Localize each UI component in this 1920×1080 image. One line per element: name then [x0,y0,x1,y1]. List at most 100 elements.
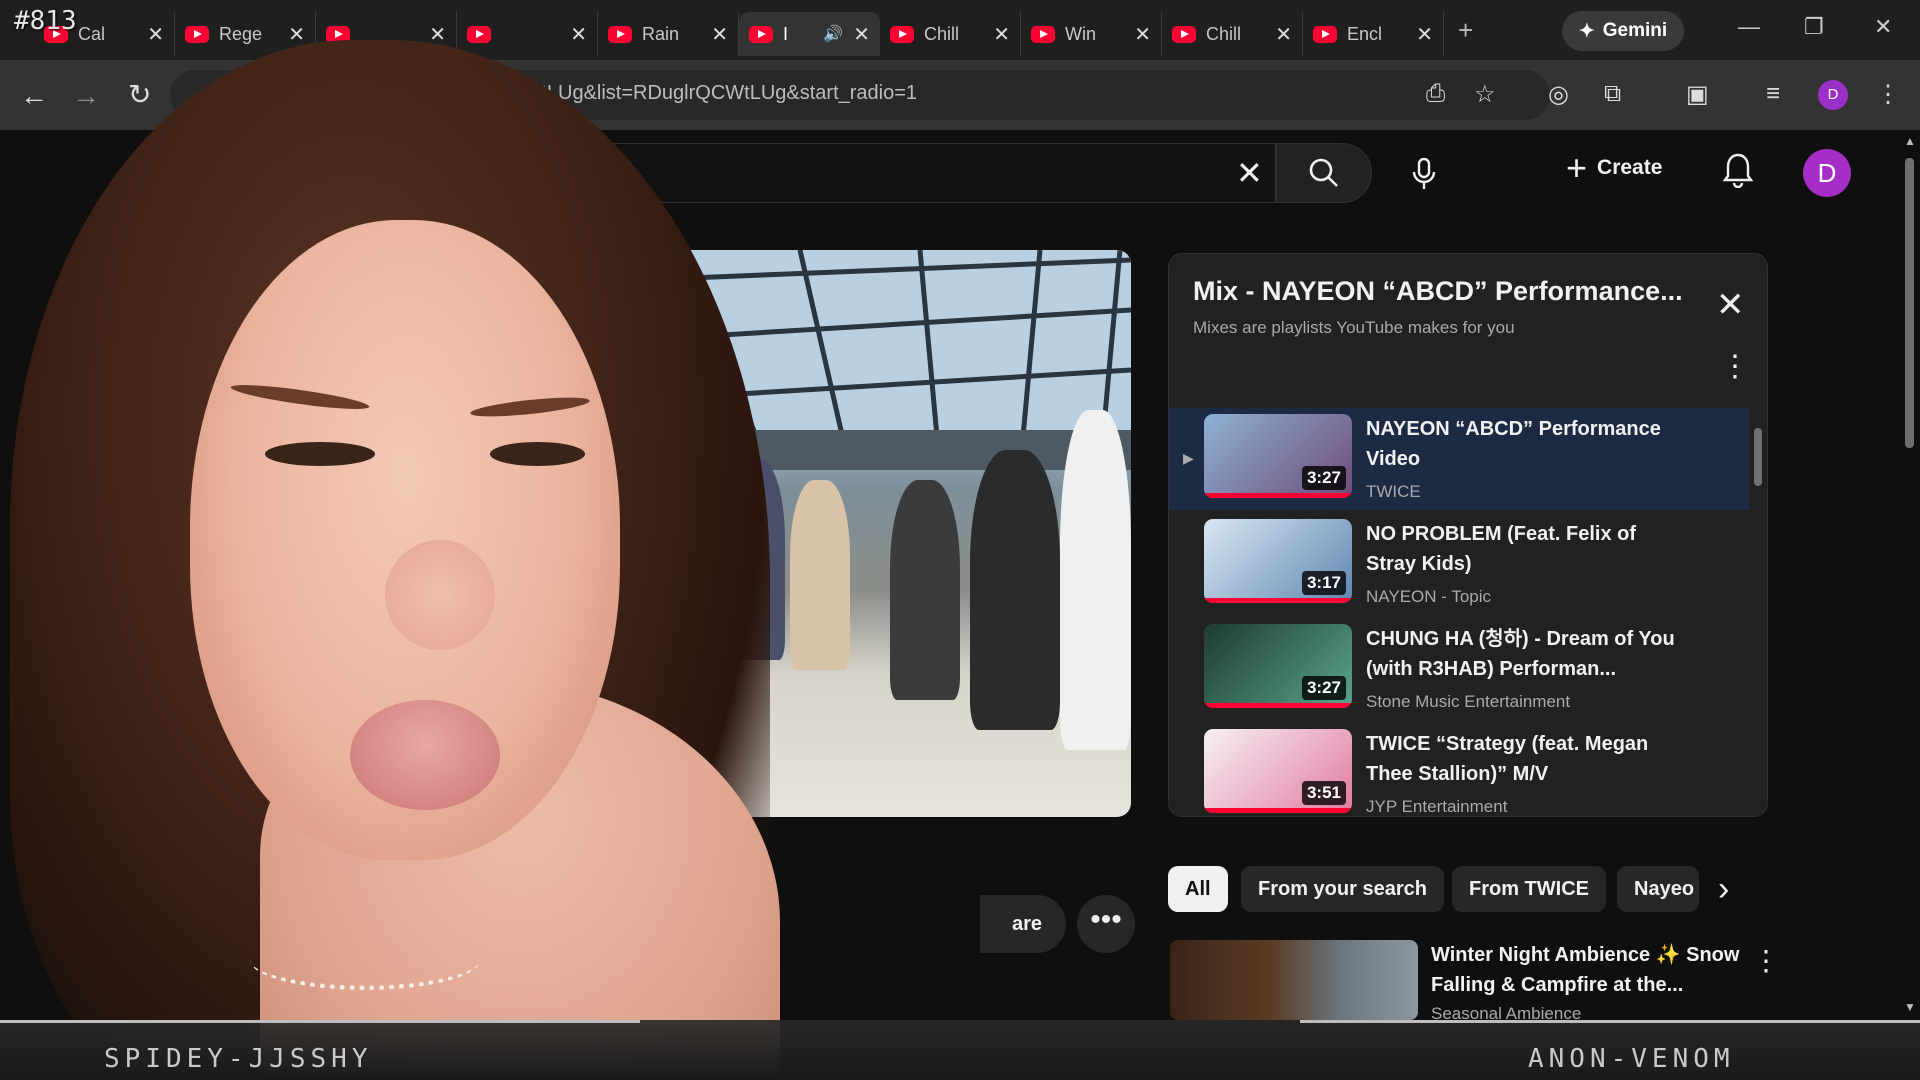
overlay-divider [0,1020,640,1023]
bookmark-star-icon[interactable]: ☆ [1474,80,1496,109]
gemini-label: Gemini [1602,20,1668,41]
page-scrollbar[interactable]: ▲ ▼ [1900,130,1920,1020]
playlist-item[interactable]: 3:51 TWICE “Strategy (feat. Megan Thee St… [1169,723,1749,825]
extensions-icon[interactable]: ⧉ [1604,80,1621,108]
create-button[interactable]: + Create [1566,150,1662,186]
playlist-item-title[interactable]: NAYEON “ABCD” Performance Video [1366,414,1686,474]
youtube-favicon-icon [1031,25,1055,43]
audio-playing-icon[interactable]: 🔊 [823,24,843,44]
filter-chip[interactable]: Nayeo [1617,866,1699,912]
new-tab-icon[interactable]: + [1458,15,1473,46]
more-actions-button[interactable]: ••• [1077,895,1135,953]
video-figure [890,480,960,700]
close-tab-icon[interactable]: ✕ [1134,22,1151,47]
gemini-icon: ✦ [1578,20,1595,42]
create-label: Create [1597,156,1663,179]
share-button[interactable]: are [980,895,1066,953]
overlay-divider [1300,1020,1920,1023]
clear-search-icon[interactable]: ✕ [1236,154,1263,192]
playlist-item-channel: TWICE [1366,482,1421,501]
playlist-thumbnail[interactable]: 3:17 [1204,519,1352,603]
webcam-nose [385,540,495,650]
page-scrollbar-thumb[interactable] [1905,158,1914,448]
browser-tab[interactable]: Chill ✕ [880,12,1021,56]
minimize-icon[interactable]: — [1738,14,1760,40]
playlist-thumbnail[interactable]: 3:27 [1204,624,1352,708]
scroll-down-icon[interactable]: ▼ [1904,1000,1916,1014]
playlist-item-title[interactable]: NO PROBLEM (Feat. Felix of Stray Kids) [1366,519,1686,579]
media-controls-icon[interactable]: ≡ [1766,80,1780,108]
microphone-icon [1412,157,1436,189]
mix-scrollbar-thumb[interactable] [1754,428,1762,486]
browser-tab[interactable]: Win ✕ [1021,12,1162,56]
close-tab-icon[interactable]: ✕ [1416,22,1433,47]
filter-chip[interactable]: From your search [1241,866,1444,912]
duration-badge: 3:27 [1301,466,1346,490]
watched-progress-bar [1204,703,1352,708]
stream-counter: #813 [14,6,77,36]
browser-tab[interactable]: Encl ✕ [1303,12,1444,56]
chevron-right-icon[interactable]: › [1718,870,1729,909]
streamer-webcam [0,40,780,1080]
youtube-favicon-icon [1313,25,1337,43]
playlist-item[interactable]: 3:17 NO PROBLEM (Feat. Felix of Stray Kid… [1169,513,1749,615]
playlist-item-channel: NAYEON - Topic [1366,587,1492,606]
tab-title: I [783,23,789,44]
restore-icon[interactable]: ❐ [1804,14,1824,40]
watched-progress-bar [1204,493,1352,498]
close-window-icon[interactable]: ✕ [1874,14,1892,40]
scroll-up-icon[interactable]: ▲ [1904,134,1916,148]
recommended-thumbnail[interactable] [1170,940,1418,1020]
notifications-button[interactable] [1722,152,1754,193]
account-avatar[interactable]: D [1803,149,1851,197]
playlist-item-title[interactable]: TWICE “Strategy (feat. Megan Thee Stalli… [1366,729,1686,789]
voice-search-button[interactable] [1398,148,1450,200]
watched-progress-bar [1204,598,1352,603]
incognito-icon[interactable]: ◎ [1548,80,1569,109]
browser-tab[interactable]: Chill ✕ [1162,12,1303,56]
tab-title: Win [1065,23,1096,44]
webcam-lips [350,700,500,810]
close-tab-icon[interactable]: ✕ [1275,22,1292,47]
search-button[interactable] [1276,143,1372,203]
youtube-favicon-icon [1172,25,1196,43]
install-app-icon[interactable]: ⎙ [1426,80,1445,108]
bell-icon [1722,153,1754,189]
overlay-right-name: ANON-VENOM [1528,1044,1735,1074]
webcam-eye [265,442,375,466]
browser-menu-icon[interactable]: ⋮ [1876,80,1900,109]
youtube-favicon-icon [890,25,914,43]
mix-menu-icon[interactable]: ⋮ [1720,352,1750,382]
playlist-item[interactable]: ▶ 3:27 NAYEON “ABCD” Performance Video TWIC… [1169,408,1749,510]
duration-badge: 3:51 [1301,781,1346,805]
webcam-necklace [250,930,480,990]
duration-badge: 3:27 [1301,676,1346,700]
video-figure [790,480,850,670]
mix-title[interactable]: Mix - NAYEON “ABCD” Performance... [1193,276,1703,307]
playlist-thumbnail[interactable]: 3:51 [1204,729,1352,813]
close-mix-icon[interactable]: ✕ [1716,285,1745,325]
now-playing-icon: ▶ [1183,450,1194,466]
watched-progress-bar [1204,808,1352,813]
recommended-video[interactable]: Winter Night Ambience ✨ Snow Falling & C… [1168,940,1768,1030]
search-icon [1309,158,1338,187]
filter-chip[interactable]: From TWICE [1452,866,1606,912]
plus-icon: + [1566,147,1588,188]
overlay-left-name: SPIDEY-JJSSHY [104,1044,373,1074]
tab-search-icon[interactable]: ▣ [1686,80,1709,109]
filter-chip[interactable]: All [1168,866,1228,912]
mix-playlist-list: ▶ 3:27 NAYEON “ABCD” Performance Video TWIC… [1169,408,1749,818]
gemini-button[interactable]: ✦ Gemini [1562,11,1684,51]
close-tab-icon[interactable]: ✕ [993,22,1010,47]
video-figure [970,450,1060,730]
close-tab-icon[interactable]: ✕ [853,22,870,47]
recommended-menu-icon[interactable]: ⋮ [1752,944,1780,977]
playlist-item-title[interactable]: CHUNG HA (청하) - Dream of You (with R3HAB… [1366,624,1686,684]
browser-profile-avatar[interactable]: D [1818,80,1848,110]
playlist-item-channel: Stone Music Entertainment [1366,692,1571,711]
playlist-item[interactable]: 3:27 CHUNG HA (청하) - Dream of You (with R… [1169,618,1749,720]
playlist-thumbnail[interactable]: 3:27 [1204,414,1352,498]
tab-title: Chill [1206,23,1242,44]
screen: Cal ✕ Rege ✕ ✕ ✕ Rain ✕ I 🔊 ✕ Chill ✕ Win ✕ Chill ✕ Encl ✕… [0,0,1920,1080]
recommended-title[interactable]: Winter Night Ambience ✨ Snow Falling & C… [1431,940,1751,1000]
